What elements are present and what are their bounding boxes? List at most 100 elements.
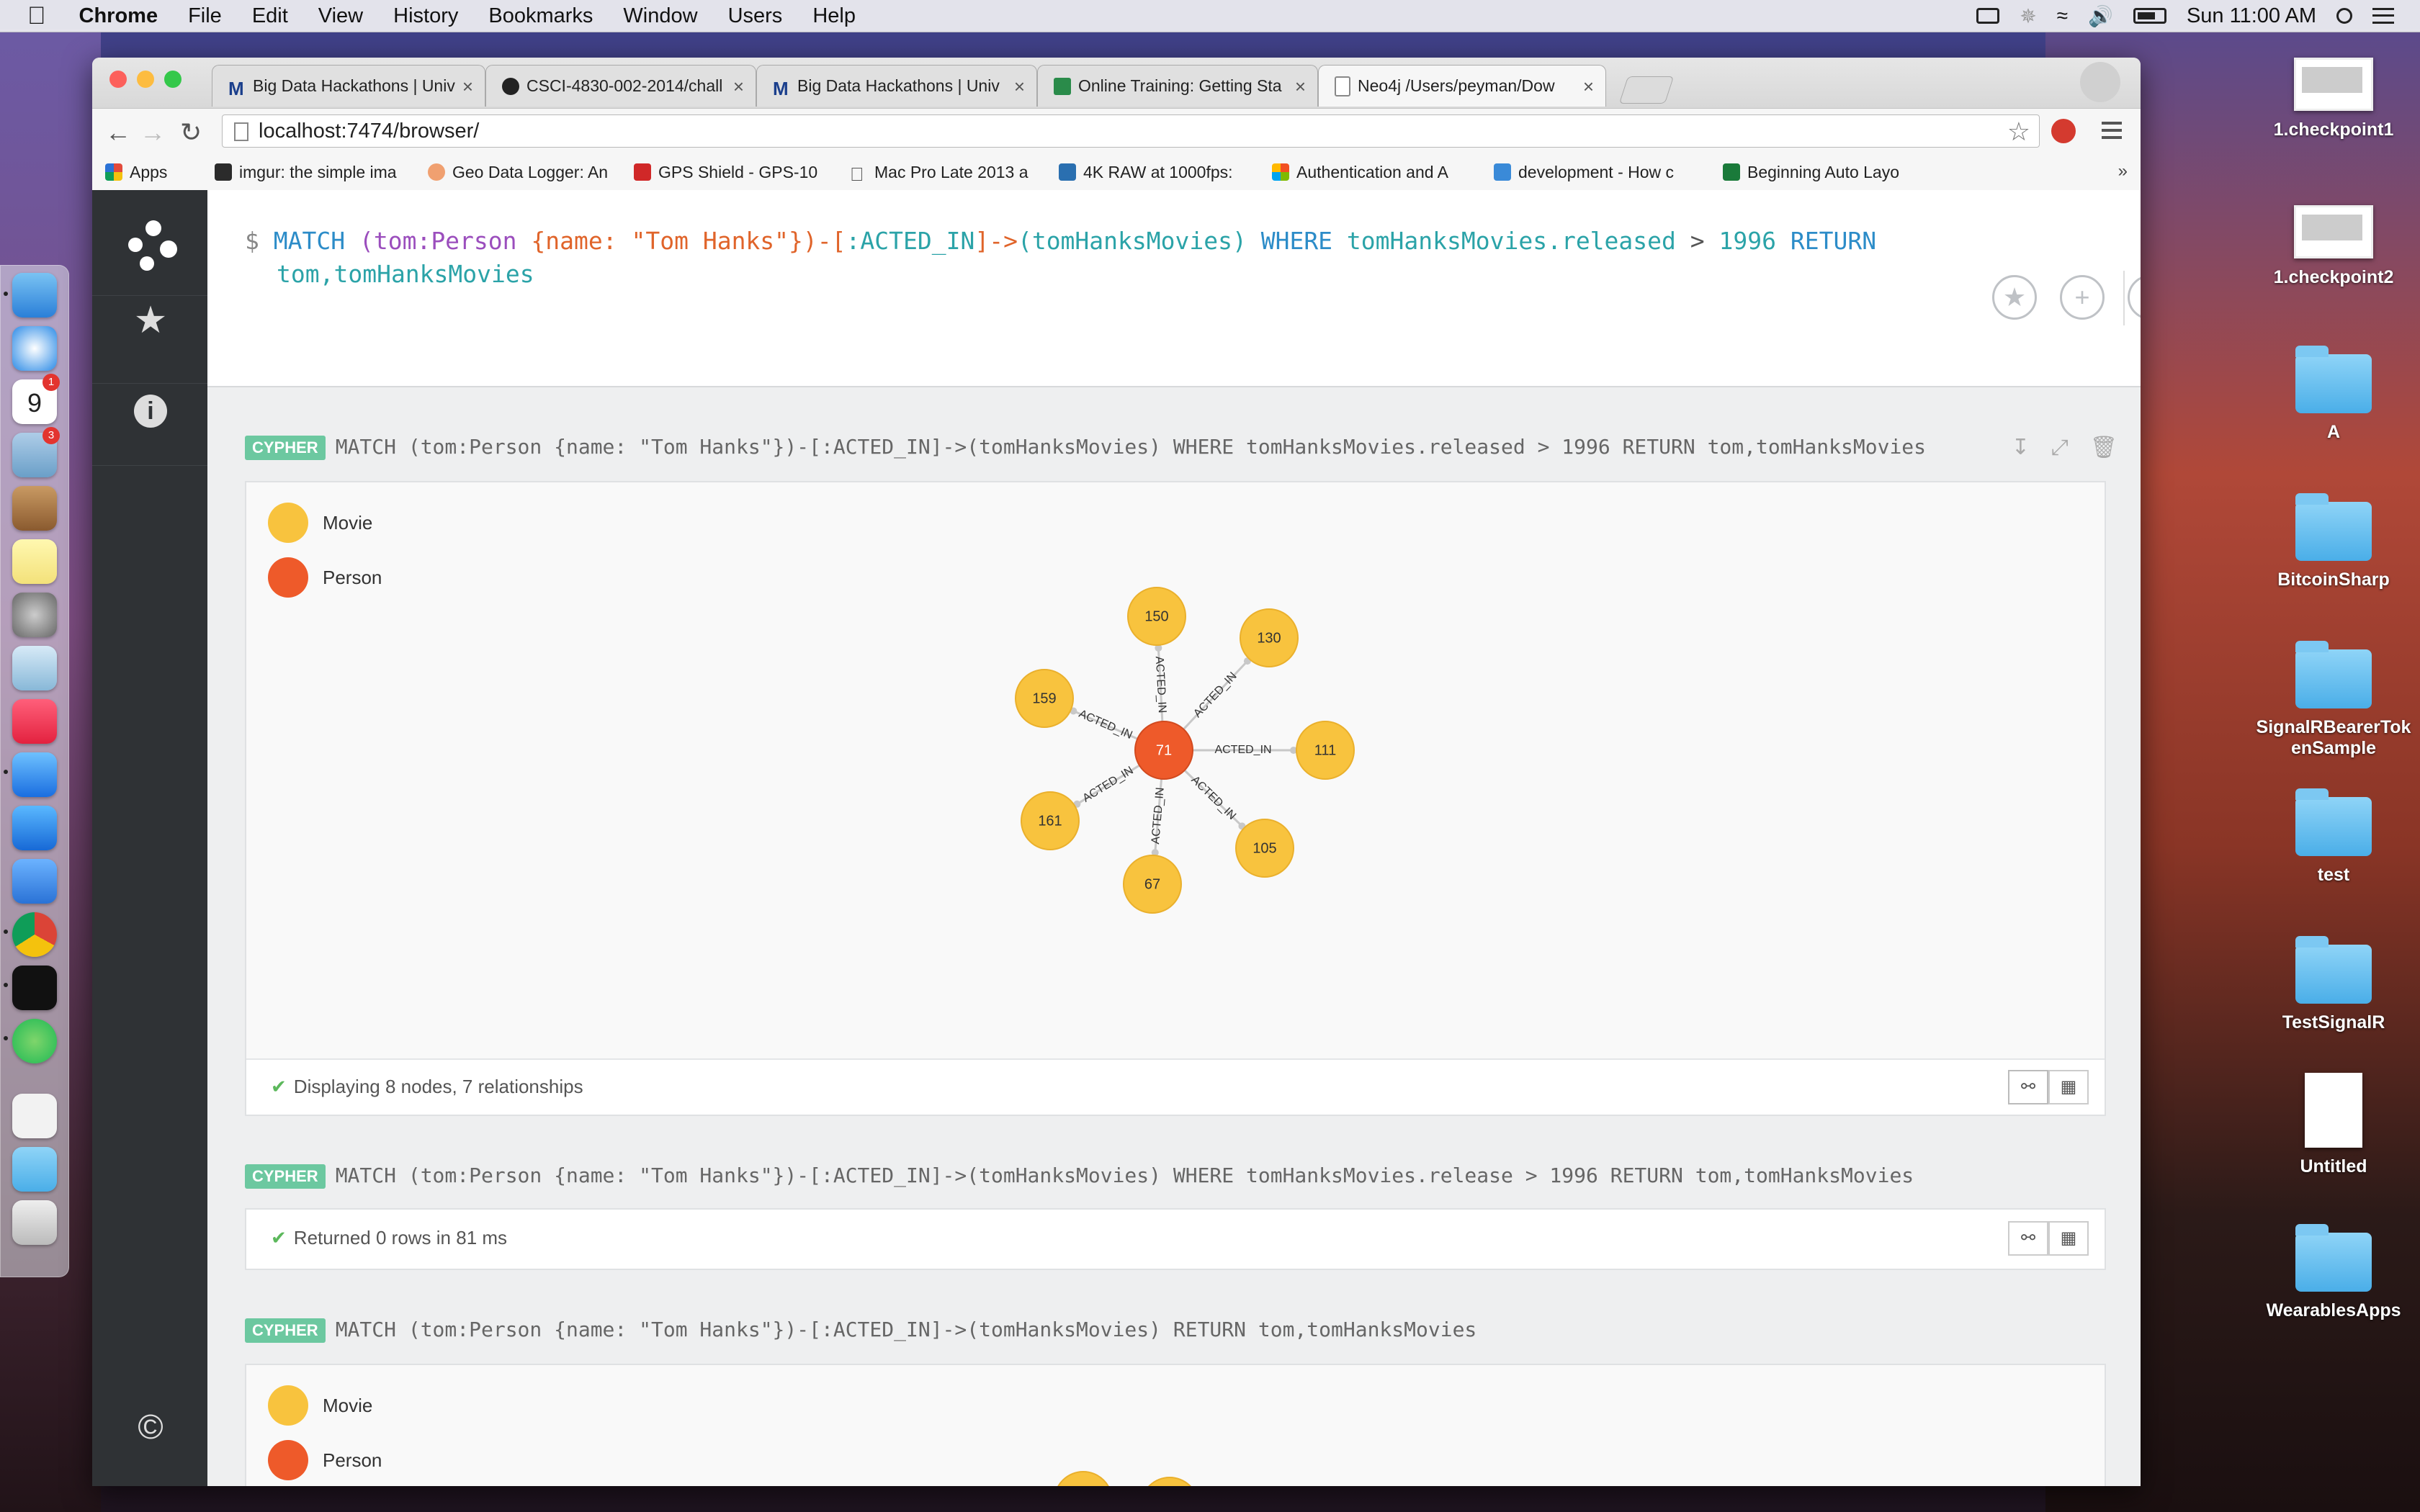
menu-file[interactable]: File bbox=[188, 4, 222, 28]
app-store-icon[interactable] bbox=[12, 806, 57, 850]
bookmark-apps[interactable]: Apps bbox=[105, 163, 202, 182]
graph-visualization-2[interactable]: 159150111 bbox=[246, 1365, 2105, 1486]
bookmark-geo-data-logger[interactable]: Geo Data Logger: An bbox=[428, 163, 621, 182]
desktop-item[interactable]: WearablesApps bbox=[2254, 1224, 2413, 1321]
terminal-icon[interactable] bbox=[12, 966, 57, 1010]
battery-icon[interactable] bbox=[2133, 8, 2166, 24]
table-view-button[interactable]: ▦ bbox=[2048, 1070, 2089, 1104]
desktop-item[interactable]: 1.checkpoint1 bbox=[2254, 58, 2413, 140]
zoom-window-button[interactable] bbox=[164, 71, 182, 88]
close-tab-icon[interactable]: × bbox=[733, 76, 744, 98]
tab-big-data-1[interactable]: M Big Data Hackathons | Univ × bbox=[212, 65, 485, 107]
extension-icon[interactable] bbox=[2051, 119, 2076, 143]
desktop-item[interactable]: test bbox=[2254, 788, 2413, 886]
bookmark-4k-raw[interactable]: 4K RAW at 1000fps: bbox=[1059, 163, 1259, 182]
bookmark-mac-pro[interactable]:  Mac Pro Late 2013 a bbox=[850, 163, 1046, 182]
expand-icon[interactable]: ⤢ bbox=[2051, 435, 2090, 460]
close-tab-icon[interactable]: × bbox=[462, 76, 473, 98]
chrome-menu-icon[interactable] bbox=[2102, 122, 2122, 139]
relationship-label: ACTED_IN bbox=[1191, 670, 1239, 720]
menu-history[interactable]: History bbox=[393, 4, 458, 28]
chrome-icon[interactable] bbox=[12, 912, 57, 957]
download-icon[interactable]: ↧ bbox=[2012, 435, 2051, 460]
spotlight-search-icon[interactable] bbox=[2336, 8, 2352, 24]
trash-icon[interactable]: 🗑 bbox=[2090, 435, 2118, 460]
tab-online-training[interactable]: Online Training: Getting Sta × bbox=[1037, 65, 1318, 107]
frame-query[interactable]: MATCH (tom:Person {name: "Tom Hanks"})-[… bbox=[336, 1318, 1477, 1341]
close-window-button[interactable] bbox=[109, 71, 127, 88]
favorites-star-icon[interactable]: ★ bbox=[130, 300, 171, 341]
volume-icon[interactable]: 🔊 bbox=[2088, 4, 2113, 28]
bluetooth-icon[interactable]: ✵ bbox=[2020, 4, 2036, 28]
safari-icon[interactable] bbox=[12, 326, 57, 371]
frame-query[interactable]: MATCH (tom:Person {name: "Tom Hanks"})-[… bbox=[336, 435, 1926, 459]
itunes-icon[interactable] bbox=[12, 699, 57, 744]
spotify-icon[interactable] bbox=[12, 1019, 57, 1063]
bookmark-imgur[interactable]: imgur: the simple ima bbox=[215, 163, 415, 182]
notification-center-icon[interactable] bbox=[2372, 8, 2394, 24]
document-icon[interactable] bbox=[12, 1094, 57, 1138]
menu-help[interactable]: Help bbox=[812, 4, 856, 28]
messages-icon[interactable] bbox=[12, 752, 57, 797]
frame-query[interactable]: MATCH (tom:Person {name: "Tom Hanks"})-[… bbox=[336, 1164, 1914, 1187]
run-play-button[interactable]: ▶ bbox=[2128, 275, 2141, 320]
microsoft-icon bbox=[1272, 163, 1289, 181]
copyright-icon[interactable]: © bbox=[130, 1407, 171, 1449]
desktop-item[interactable]: BitcoinSharp bbox=[2254, 493, 2413, 590]
menu-users[interactable]: Users bbox=[728, 4, 783, 28]
neo4j-logo-icon[interactable] bbox=[127, 216, 177, 271]
graph-visualization[interactable]: ACTED_IN ACTED_IN ACTED_IN ACTED_IN ACTED_IN… bbox=[246, 482, 2105, 1058]
bookmark-star-icon[interactable]: ☆ bbox=[2007, 117, 2030, 147]
desktop-item[interactable]: TestSignalR bbox=[2254, 936, 2413, 1033]
table-view-button[interactable]: ▦ bbox=[2048, 1221, 2089, 1256]
clock[interactable]: Sun 11:00 AM bbox=[2187, 4, 2316, 28]
trash-icon[interactable] bbox=[12, 1200, 57, 1245]
menu-window[interactable]: Window bbox=[623, 4, 697, 28]
graph-view-button[interactable]: ⚯ bbox=[2008, 1070, 2048, 1104]
menu-chrome[interactable]: Chrome bbox=[79, 4, 158, 28]
launchpad-icon[interactable] bbox=[12, 593, 57, 637]
menu-view[interactable]: View bbox=[318, 4, 363, 28]
menu-edit[interactable]: Edit bbox=[252, 4, 288, 28]
bookmark-authentication[interactable]: Authentication and A bbox=[1272, 163, 1481, 182]
movie-node[interactable] bbox=[1054, 1471, 1112, 1486]
finder-icon[interactable] bbox=[12, 273, 57, 318]
downloads-folder-icon[interactable] bbox=[12, 1147, 57, 1192]
new-tab-button[interactable] bbox=[1618, 76, 1675, 104]
wifi-icon[interactable]: ≈ bbox=[2057, 4, 2068, 27]
bookmark-auto-layout[interactable]: Beginning Auto Layo bbox=[1723, 163, 1932, 182]
apple-menu-icon[interactable]:  bbox=[27, 2, 46, 30]
back-arrow-icon[interactable]: ← bbox=[105, 117, 131, 148]
bookmark-gps-shield[interactable]: GPS Shield - GPS-10 bbox=[634, 163, 837, 182]
desktop-item[interactable]: 1.checkpoint2 bbox=[2254, 205, 2413, 288]
reload-icon[interactable]: ↻ bbox=[180, 117, 202, 148]
info-icon[interactable]: i bbox=[130, 389, 171, 431]
movie-node[interactable] bbox=[1141, 1477, 1198, 1486]
keyboard-icon[interactable] bbox=[1976, 8, 2000, 24]
photos-icon[interactable] bbox=[12, 646, 57, 690]
contacts-icon[interactable] bbox=[12, 486, 57, 531]
graph-view-button[interactable]: ⚯ bbox=[2008, 1221, 2048, 1256]
notes-icon[interactable] bbox=[12, 539, 57, 584]
desktop-item[interactable]: A bbox=[2254, 346, 2413, 443]
close-tab-icon[interactable]: × bbox=[1014, 76, 1025, 98]
query-editor[interactable]: $ MATCH (tom:Person {name: "Tom Hanks"})… bbox=[207, 190, 2141, 387]
profile-avatar-icon[interactable] bbox=[2080, 62, 2120, 102]
add-plus-button[interactable]: + bbox=[2060, 275, 2105, 320]
close-tab-icon[interactable]: × bbox=[1295, 76, 1306, 98]
desktop-item[interactable]: SignalRBearerTokenSample bbox=[2254, 641, 2413, 759]
minimize-window-button[interactable] bbox=[137, 71, 154, 88]
tab-big-data-2[interactable]: M Big Data Hackathons | Univ × bbox=[756, 65, 1037, 107]
tab-neo4j[interactable]: Neo4j /Users/peyman/Dow × bbox=[1318, 65, 1606, 107]
menu-bookmarks[interactable]: Bookmarks bbox=[488, 4, 593, 28]
tab-github[interactable]: CSCI-4830-002-2014/chall × bbox=[485, 65, 756, 107]
address-bar[interactable]: localhost:7474/browser/ ☆ bbox=[222, 114, 2040, 148]
query-editor-text[interactable]: $ MATCH (tom:Person {name: "Tom Hanks"})… bbox=[245, 225, 1901, 291]
desktop-item[interactable]: Untitled bbox=[2254, 1073, 2413, 1177]
xcode-icon[interactable] bbox=[12, 859, 57, 904]
close-tab-icon[interactable]: × bbox=[1583, 76, 1594, 98]
favorite-star-button[interactable]: ★ bbox=[1992, 275, 2037, 320]
bookmark-development[interactable]: development - How c bbox=[1494, 163, 1710, 182]
forward-arrow-icon[interactable]: → bbox=[140, 117, 166, 148]
more-bookmarks-icon[interactable]: » bbox=[2118, 161, 2128, 181]
